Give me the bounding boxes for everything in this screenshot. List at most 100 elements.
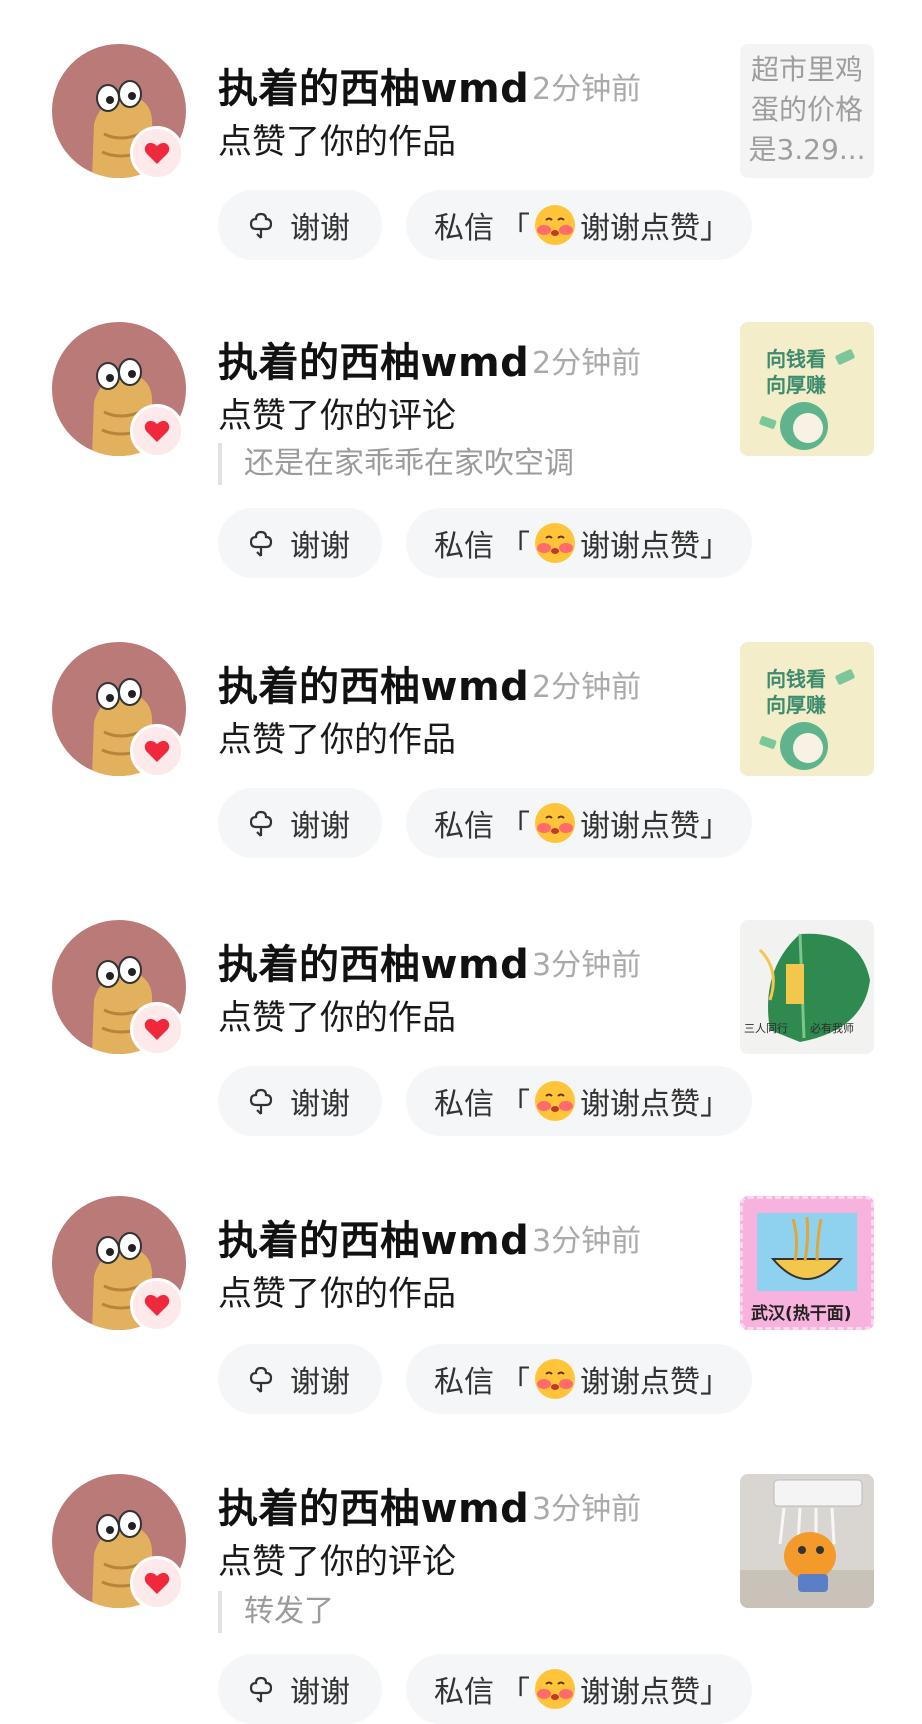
thumbnail-text-line: 必有我师 <box>810 1021 854 1035</box>
dm-text: 谢谢点赞 <box>580 809 700 844</box>
like-badge <box>130 724 184 778</box>
dm-text: 谢谢点赞 <box>580 529 700 564</box>
flower-outline-icon <box>249 1088 273 1115</box>
blushing-emoji-icon <box>535 523 575 563</box>
thumbnail-image <box>740 1479 874 1608</box>
thanks-label: 谢谢 <box>290 1675 350 1710</box>
post-thumbnail[interactable] <box>740 1474 874 1608</box>
like-badge <box>130 1556 184 1610</box>
flower-outline-icon <box>249 810 273 837</box>
heart-icon <box>144 420 170 442</box>
thanks-label: 谢谢 <box>290 1365 350 1400</box>
dm-thanks-button[interactable]: 私信 「 谢谢点赞 」 <box>406 1654 752 1724</box>
flower-outline-icon <box>249 1366 273 1393</box>
quote-open: 「 <box>500 809 530 844</box>
thanks-button[interactable]: 谢谢 <box>218 508 382 578</box>
timestamp: 2分钟前 <box>532 346 642 381</box>
timestamp: 2分钟前 <box>532 670 642 705</box>
like-badge <box>130 1002 184 1056</box>
quoted-comment: 还是在家乖乖在家吹空调 <box>218 443 574 485</box>
timestamp: 3分钟前 <box>532 948 642 983</box>
dm-thanks-button[interactable]: 私信 「 谢谢点赞 」 <box>406 508 752 578</box>
thumbnail-text-line: 向厚赚 <box>766 373 826 397</box>
dm-prefix: 私信 <box>434 1087 494 1122</box>
heart-icon <box>144 1018 170 1040</box>
dm-thanks-button[interactable]: 私信 「 谢谢点赞 」 <box>406 190 752 260</box>
thumbnail-text-line: 武汉(热干面) <box>751 1303 852 1324</box>
dm-prefix: 私信 <box>434 1365 494 1400</box>
quote-close: 」 <box>700 211 730 246</box>
dm-thanks-button[interactable]: 私信 「 谢谢点赞 」 <box>406 788 752 858</box>
thumbnail-text-line: 向钱看 <box>766 347 826 371</box>
username[interactable]: 执着的西柚wmd <box>218 56 529 114</box>
dm-text: 谢谢点赞 <box>580 1087 700 1122</box>
timestamp: 3分钟前 <box>532 1224 642 1259</box>
username[interactable]: 执着的西柚wmd <box>218 330 529 388</box>
username[interactable]: 执着的西柚wmd <box>218 932 529 990</box>
flower-outline-icon <box>249 212 273 239</box>
thumbnail-text-line: 向厚赚 <box>766 693 826 717</box>
thumbnail-image: 向钱看 向厚赚 <box>759 347 855 450</box>
thumbnail-text-line: 蛋的价格 <box>750 93 863 126</box>
action-text: 点赞了你的作品 <box>218 122 456 162</box>
dm-prefix: 私信 <box>434 211 494 246</box>
quote-close: 」 <box>700 529 730 564</box>
quote-close: 」 <box>700 1675 730 1710</box>
quote-close: 」 <box>700 809 730 844</box>
quote-open: 「 <box>500 211 530 246</box>
action-text: 点赞了你的评论 <box>218 1542 456 1582</box>
dm-prefix: 私信 <box>434 1675 494 1710</box>
thumbnail-text-line: 超市里鸡 <box>750 53 863 86</box>
quote-open: 「 <box>500 1087 530 1122</box>
quote-close: 」 <box>700 1087 730 1122</box>
quote-close: 」 <box>700 1365 730 1400</box>
thanks-button[interactable]: 谢谢 <box>218 1654 382 1724</box>
quoted-comment: 转发了 <box>218 1591 334 1633</box>
dm-thanks-button[interactable]: 私信 「 谢谢点赞 」 <box>406 1344 752 1414</box>
thanks-button[interactable]: 谢谢 <box>218 1344 382 1414</box>
thanks-button[interactable]: 谢谢 <box>218 1066 382 1136</box>
notification-list: 执着的西柚wmd 2分钟前 点赞了你的作品 谢谢 私信 「 谢谢点赞 」 超市里… <box>0 0 922 1724</box>
action-text: 点赞了你的作品 <box>218 1274 456 1314</box>
timestamp: 2分钟前 <box>532 72 642 107</box>
thanks-button[interactable]: 谢谢 <box>218 190 382 260</box>
post-thumbnail[interactable]: 向钱看 向厚赚 <box>740 322 874 456</box>
thumbnail-text-line: 三人同行 <box>744 1022 788 1035</box>
dm-prefix: 私信 <box>434 809 494 844</box>
username[interactable]: 执着的西柚wmd <box>218 1476 529 1534</box>
thanks-button[interactable]: 谢谢 <box>218 788 382 858</box>
heart-icon <box>144 1572 170 1594</box>
dm-thanks-button[interactable]: 私信 「 谢谢点赞 」 <box>406 1066 752 1136</box>
thumbnail-image: 三人同行 必有我师 <box>744 933 870 1042</box>
thanks-label: 谢谢 <box>290 211 350 246</box>
thanks-label: 谢谢 <box>290 809 350 844</box>
flower-outline-icon <box>249 530 273 557</box>
dm-text: 谢谢点赞 <box>580 1365 700 1400</box>
like-badge <box>130 1278 184 1332</box>
username[interactable]: 执着的西柚wmd <box>218 1208 529 1266</box>
post-thumbnail[interactable]: 向钱看 向厚赚 <box>740 642 874 776</box>
thumbnail-text-line: 向钱看 <box>766 667 826 691</box>
blushing-emoji-icon <box>535 205 575 245</box>
username[interactable]: 执着的西柚wmd <box>218 654 529 712</box>
dm-prefix: 私信 <box>434 529 494 564</box>
dm-text: 谢谢点赞 <box>580 1675 700 1710</box>
post-thumbnail[interactable]: 超市里鸡 蛋的价格 是3.29... <box>740 44 874 178</box>
action-text: 点赞了你的作品 <box>218 998 456 1038</box>
action-text: 点赞了你的评论 <box>218 396 456 436</box>
post-thumbnail[interactable]: 三人同行 必有我师 <box>740 920 874 1054</box>
quote-open: 「 <box>500 1365 530 1400</box>
dm-text: 谢谢点赞 <box>580 211 700 246</box>
like-badge <box>130 404 184 458</box>
thumbnail-image: 武汉(热干面) <box>751 1213 857 1324</box>
blushing-emoji-icon <box>535 803 575 843</box>
timestamp: 3分钟前 <box>532 1492 642 1527</box>
blushing-emoji-icon <box>535 1669 575 1709</box>
heart-icon <box>144 142 170 164</box>
quote-open: 「 <box>500 1675 530 1710</box>
heart-icon <box>144 1294 170 1316</box>
heart-icon <box>144 740 170 762</box>
quote-open: 「 <box>500 529 530 564</box>
blushing-emoji-icon <box>535 1081 575 1121</box>
post-thumbnail[interactable]: 武汉(热干面) <box>740 1196 874 1330</box>
